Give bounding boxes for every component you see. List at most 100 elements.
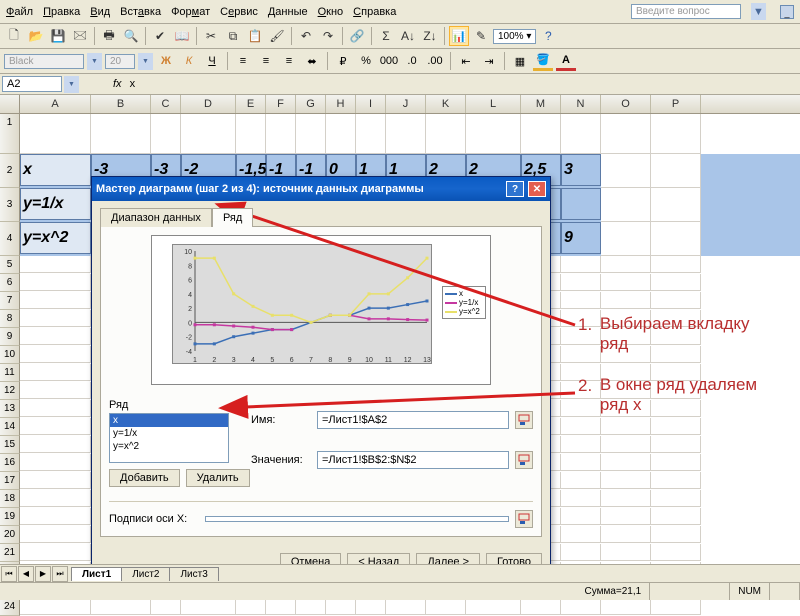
copy-icon[interactable]: ⧉ <box>223 26 243 46</box>
first-sheet-btn[interactable]: ⏮ <box>1 566 17 582</box>
next-sheet-btn[interactable]: ▶ <box>35 566 51 582</box>
merge-icon[interactable]: ⬌ <box>302 51 322 71</box>
italic-icon[interactable]: К <box>179 51 199 71</box>
series-listbox[interactable]: x y=1/x y=x^2 <box>109 413 229 463</box>
row-header[interactable]: 11 <box>0 364 20 382</box>
font-selector[interactable]: Black <box>4 54 84 69</box>
add-series-button[interactable]: Добавить <box>109 469 180 487</box>
align-left-icon[interactable]: ≡ <box>233 51 253 71</box>
series-item-x[interactable]: x <box>110 414 228 427</box>
data-cell[interactable] <box>561 188 601 220</box>
bold-icon[interactable]: Ж <box>156 51 176 71</box>
help-question-input[interactable]: Введите вопрос <box>631 4 741 19</box>
column-header-P[interactable]: P <box>651 95 701 113</box>
dialog-titlebar[interactable]: Мастер диаграмм (шаг 2 из 4): источник д… <box>92 177 550 201</box>
row-header[interactable]: 13 <box>0 400 20 418</box>
inc-decimal-icon[interactable]: .0 <box>402 51 422 71</box>
align-right-icon[interactable]: ≡ <box>279 51 299 71</box>
comma-icon[interactable]: 000 <box>379 51 399 71</box>
research-icon[interactable]: 📖 <box>172 26 192 46</box>
row-header[interactable]: 8 <box>0 310 20 328</box>
row-label[interactable]: y=1/x <box>20 188 91 220</box>
size-selector[interactable]: 20 <box>105 54 135 69</box>
minimize-workbook-btn[interactable]: _ <box>780 5 794 19</box>
font-dropdown[interactable]: ▼ <box>87 53 102 70</box>
spellcheck-icon[interactable]: ✔ <box>150 26 170 46</box>
sheet-tab-3[interactable]: Лист3 <box>169 567 218 581</box>
link-icon[interactable]: 🔗 <box>347 26 367 46</box>
column-header-O[interactable]: O <box>601 95 651 113</box>
menu-edit[interactable]: Правка <box>43 6 80 18</box>
border-icon[interactable]: ▦ <box>510 51 530 71</box>
column-header-E[interactable]: E <box>236 95 266 113</box>
column-header-I[interactable]: I <box>356 95 386 113</box>
question-dropdown[interactable]: ▼ <box>751 3 766 20</box>
cut-icon[interactable]: ✂ <box>201 26 221 46</box>
menu-format[interactable]: Формат <box>171 6 210 18</box>
menu-insert[interactable]: Вставка <box>120 6 161 18</box>
namebox-dropdown[interactable]: ▼ <box>64 76 79 93</box>
series-item-y1[interactable]: y=1/x <box>110 427 228 440</box>
formula-input[interactable]: x <box>126 77 140 91</box>
row-header[interactable]: 12 <box>0 382 20 400</box>
menu-view[interactable]: Вид <box>90 6 110 18</box>
align-center-icon[interactable]: ≡ <box>256 51 276 71</box>
row-header[interactable]: 24 <box>0 598 20 616</box>
row-header[interactable]: 15 <box>0 436 20 454</box>
sheet-tab-2[interactable]: Лист2 <box>121 567 170 581</box>
paste-icon[interactable]: 📋 <box>245 26 265 46</box>
row-header[interactable]: 4 <box>0 222 20 256</box>
column-header-N[interactable]: N <box>561 95 601 113</box>
name-box[interactable]: A2 <box>2 76 62 92</box>
menu-tools[interactable]: Сервис <box>220 6 258 18</box>
row-header[interactable]: 14 <box>0 418 20 436</box>
last-sheet-btn[interactable]: ⏭ <box>52 566 68 582</box>
column-header-G[interactable]: G <box>296 95 326 113</box>
help-icon[interactable]: ? <box>538 26 558 46</box>
chart-wizard-icon[interactable]: 📊 <box>449 26 469 46</box>
row-header[interactable]: 6 <box>0 274 20 292</box>
data-cell[interactable]: 3 <box>561 154 601 186</box>
preview-icon[interactable]: 🔍 <box>121 26 141 46</box>
menu-help[interactable]: Справка <box>353 6 396 18</box>
currency-icon[interactable]: ₽ <box>333 51 353 71</box>
undo-icon[interactable]: ↶ <box>296 26 316 46</box>
size-dropdown[interactable]: ▼ <box>138 53 153 70</box>
column-header-F[interactable]: F <box>266 95 296 113</box>
row-header[interactable]: 16 <box>0 454 20 472</box>
tab-series[interactable]: Ряд <box>212 208 253 227</box>
row-header[interactable]: 17 <box>0 472 20 490</box>
permission-icon[interactable]: 🖂 <box>70 26 90 46</box>
format-painter-icon[interactable]: 🖌 <box>267 26 287 46</box>
prev-sheet-btn[interactable]: ◀ <box>18 566 34 582</box>
column-header-M[interactable]: M <box>521 95 561 113</box>
save-icon[interactable]: 💾 <box>48 26 68 46</box>
redo-icon[interactable]: ↷ <box>318 26 338 46</box>
menu-window[interactable]: Окно <box>318 6 344 18</box>
series-name-input[interactable]: =Лист1!$A$2 <box>317 411 509 429</box>
row-header[interactable]: 9 <box>0 328 20 346</box>
remove-series-button[interactable]: Удалить <box>186 469 250 487</box>
row-label[interactable]: x <box>20 154 91 186</box>
row-header[interactable]: 21 <box>0 544 20 562</box>
sort-desc-icon[interactable]: Z↓ <box>420 26 440 46</box>
underline-icon[interactable]: Ч <box>202 51 222 71</box>
range-picker-name[interactable] <box>515 411 533 429</box>
sort-asc-icon[interactable]: A↓ <box>398 26 418 46</box>
series-values-input[interactable]: =Лист1!$B$2:$N$2 <box>317 451 509 469</box>
percent-icon[interactable]: % <box>356 51 376 71</box>
open-icon[interactable]: 📂 <box>26 26 46 46</box>
column-header-C[interactable]: C <box>151 95 181 113</box>
dec-indent-icon[interactable]: ⇤ <box>456 51 476 71</box>
dialog-close-button[interactable]: ✕ <box>528 181 546 197</box>
range-picker-xaxis[interactable] <box>515 510 533 528</box>
menu-data[interactable]: Данные <box>268 6 308 18</box>
row-header[interactable]: 10 <box>0 346 20 364</box>
select-all-corner[interactable] <box>0 95 20 113</box>
column-header-A[interactable]: A <box>20 95 91 113</box>
row-header[interactable]: 3 <box>0 188 20 222</box>
menu-file[interactable]: Файл <box>6 6 33 18</box>
data-cell[interactable]: 9 <box>561 222 601 254</box>
row-header[interactable]: 1 <box>0 114 20 154</box>
drawing-icon[interactable]: ✎ <box>471 26 491 46</box>
